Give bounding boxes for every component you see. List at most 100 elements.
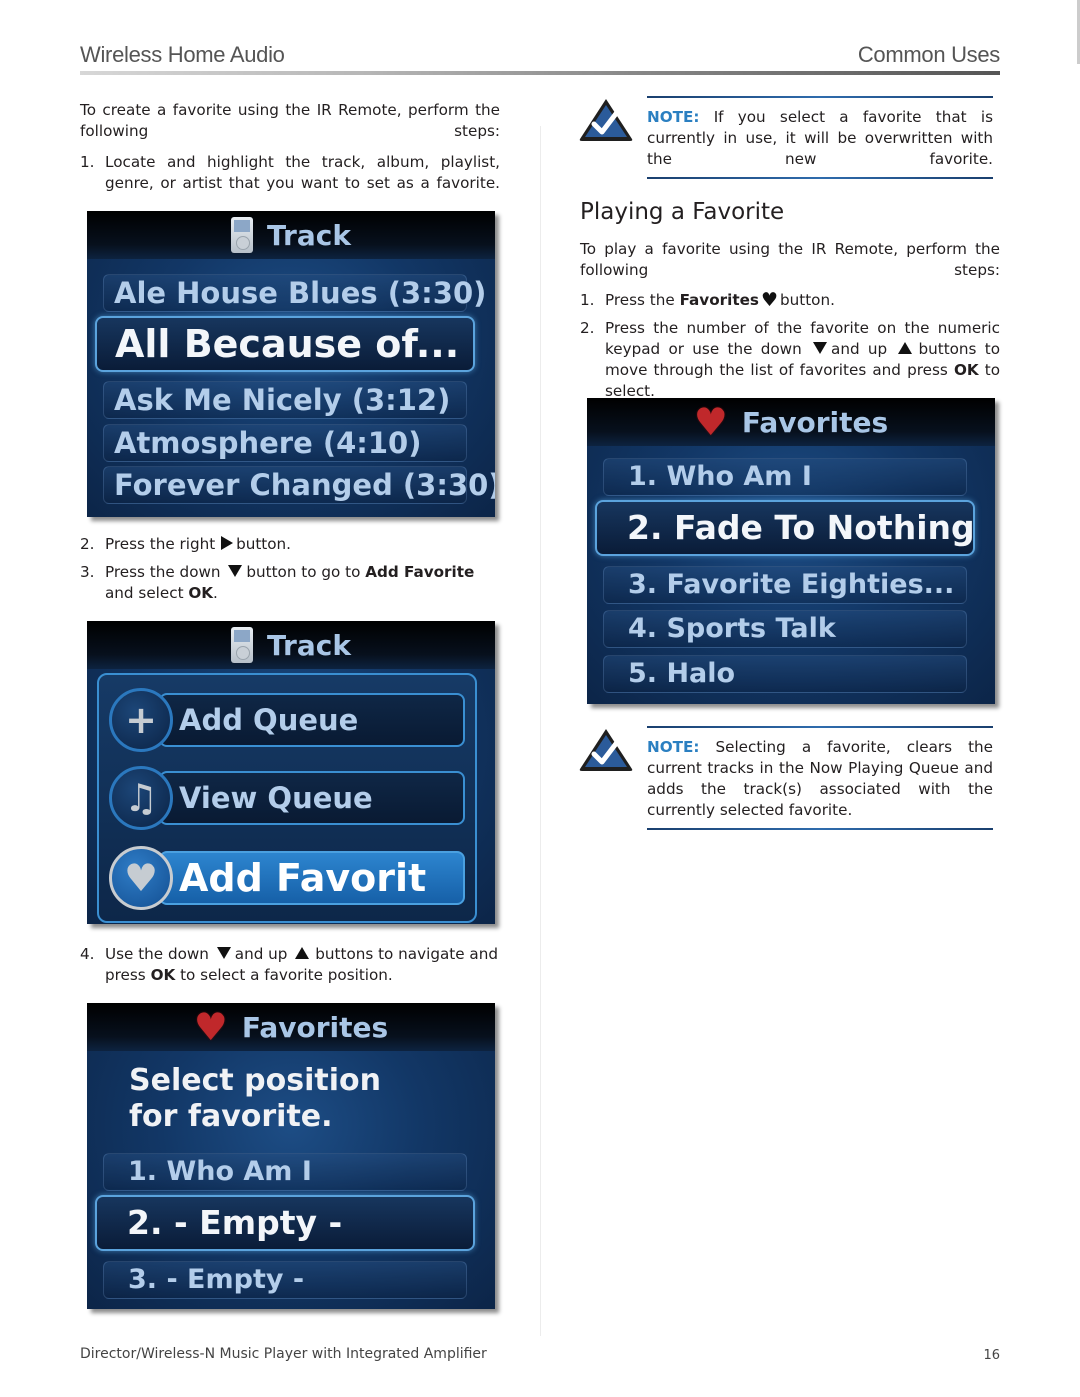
screen-title-bar: ♥ Favorites	[87, 1003, 495, 1051]
step-bold: Favorites	[679, 291, 759, 309]
header-title: Wireless Home Audio	[80, 42, 285, 67]
step-text-part: and select	[105, 584, 184, 602]
step-4: 4. Use the down and up buttons to naviga…	[80, 944, 500, 988]
down-arrow-icon	[228, 565, 243, 577]
ipod-icon	[231, 627, 254, 663]
step-bold: Add Favorite	[365, 563, 475, 581]
footer-product: Director/Wireless-N Music Player with In…	[80, 1346, 487, 1362]
step-text-part: Press the right	[105, 535, 216, 553]
step-text: Press the down button to go to Add Favor…	[105, 562, 500, 604]
screen-title-bar: ♥ Favorites	[587, 398, 995, 446]
step-number: 4.	[80, 945, 95, 963]
step-number: 1.	[80, 153, 95, 171]
heart-icon: ♥	[760, 289, 778, 311]
favorites-list-screen: ♥ Favorites 1. Who Am I 2. Fade To Nothi…	[587, 398, 995, 704]
checkmark-note-icon	[579, 99, 633, 141]
screen-title-bar: Track	[87, 211, 495, 259]
step-text-part: button to go to	[246, 563, 361, 581]
track-row[interactable]: Atmosphere (4:10)	[103, 424, 467, 462]
note-body: If you select a favorite that is current…	[647, 108, 993, 168]
step-text-part: .	[213, 584, 218, 602]
view-queue-icon: ♫	[109, 766, 173, 830]
step-text-part: Press the	[605, 291, 675, 309]
prompt-line: for favorite.	[129, 1099, 333, 1134]
step-bold: OK	[953, 361, 979, 379]
note-rule-top	[647, 96, 993, 98]
header-section: Common Uses	[857, 42, 1000, 67]
favorite-row[interactable]: 3. Favorite Eighties...	[603, 566, 967, 604]
step-bold: OK	[150, 966, 176, 984]
favorite-slot-row[interactable]: 3. - Empty -	[103, 1261, 467, 1299]
track-row[interactable]: Ask Me Nicely (3:12)	[103, 381, 467, 419]
step-text-part: and up	[831, 340, 888, 358]
select-prompt: Select position for favorite.	[129, 1063, 381, 1135]
favorite-row[interactable]: 1. Who Am I	[603, 458, 967, 496]
checkmark-note-icon	[579, 729, 633, 771]
prompt-line: Select position	[129, 1063, 381, 1098]
up-arrow-icon	[898, 342, 913, 354]
track-row-selected[interactable]: All Because of...	[95, 316, 475, 372]
intro-paragraph: To play a favorite using the IR Remote, …	[580, 240, 1000, 279]
note-label: NOTE:	[647, 738, 700, 756]
page-number: 16	[983, 1348, 1000, 1363]
play-step-2: 2. Press the number of the favorite on t…	[580, 318, 1000, 400]
ipod-icon	[231, 217, 254, 253]
step-text-part: button.	[236, 535, 291, 553]
red-heart-icon: ♥	[693, 400, 728, 444]
note-overwrite: NOTE: If you select a favorite that is c…	[647, 107, 993, 170]
step-bold: OK	[188, 584, 214, 602]
add-queue-button[interactable]: Add Queue	[159, 693, 465, 747]
track-menu-screen: Track Add Queue + View Queue ♫ Add Favor…	[87, 621, 495, 924]
step-text-part: Use the down	[105, 945, 209, 963]
step-text: Press the right button.	[105, 534, 291, 555]
screen-title: Favorites	[241, 1010, 389, 1044]
intro-paragraph: To create a favorite using the IR Remote…	[80, 101, 500, 140]
track-row[interactable]: Forever Changed (3:30)	[103, 466, 495, 504]
add-favorite-button[interactable]: Add Favorit	[159, 851, 465, 905]
up-arrow-icon	[295, 947, 310, 959]
add-queue-icon: +	[109, 688, 173, 752]
step-text-part: and up	[234, 945, 288, 963]
step-number: 2.	[80, 535, 95, 553]
column-divider	[540, 126, 541, 1336]
note-rule-bottom	[647, 177, 993, 179]
section-title: Playing a Favorite	[580, 199, 785, 225]
right-arrow-icon	[221, 536, 234, 550]
step-text: Press the number of the favorite on the …	[605, 318, 1000, 402]
screen-title: Favorites	[741, 405, 889, 439]
favorite-row[interactable]: 4. Sports Talk	[603, 610, 967, 648]
step-number: 3.	[80, 563, 95, 581]
step-text-part: to select a favorite position.	[180, 966, 393, 984]
screen-title: Track	[267, 628, 351, 662]
play-step-1: 1. Press the Favorites ♥ button.	[580, 290, 1000, 311]
favorite-slot-row-selected[interactable]: 2. - Empty -	[95, 1195, 475, 1251]
favorite-row-selected[interactable]: 2. Fade To Nothing	[595, 500, 975, 556]
favorite-row[interactable]: 5. Halo	[603, 655, 967, 693]
menu-frame: Add Queue + View Queue ♫ Add Favorit ♥	[97, 673, 477, 923]
heart-icon: ♥	[109, 846, 173, 910]
step-text-part: button.	[779, 291, 835, 309]
down-arrow-icon	[813, 342, 828, 354]
step-number: 1.	[580, 291, 595, 309]
step-text: Use the down and up buttons to navigate …	[105, 944, 500, 986]
step-1: 1. Locate and highlight the track, album…	[80, 152, 500, 196]
note-label: NOTE:	[647, 108, 700, 126]
step-number: 2.	[580, 319, 595, 337]
step-3: 3. Press the down button to go to Add Fa…	[80, 562, 500, 606]
step-text-part: Press the down	[105, 563, 221, 581]
select-position-screen: ♥ Favorites Select position for favorite…	[87, 1003, 495, 1309]
favorite-slot-row[interactable]: 1. Who Am I	[103, 1153, 467, 1191]
note-body: Selecting a favorite, clears the current…	[647, 738, 994, 819]
red-heart-icon: ♥	[193, 1005, 228, 1049]
note-rule-top	[647, 726, 993, 728]
step-text: Press the Favorites ♥ button.	[605, 290, 835, 311]
view-queue-button[interactable]: View Queue	[159, 771, 465, 825]
track-list-screen: Track Ale House Blues (3:30) All Because…	[87, 211, 495, 517]
screen-title-bar: Track	[87, 621, 495, 669]
step-2: 2. Press the right button.	[80, 534, 500, 555]
step-text: Locate and highlight the track, album, p…	[105, 153, 500, 192]
down-arrow-icon	[216, 947, 231, 959]
note-rule-bottom	[647, 828, 993, 830]
note-clears-queue: NOTE: Selecting a favorite, clears the c…	[647, 737, 993, 821]
track-row[interactable]: Ale House Blues (3:30)	[103, 274, 486, 312]
